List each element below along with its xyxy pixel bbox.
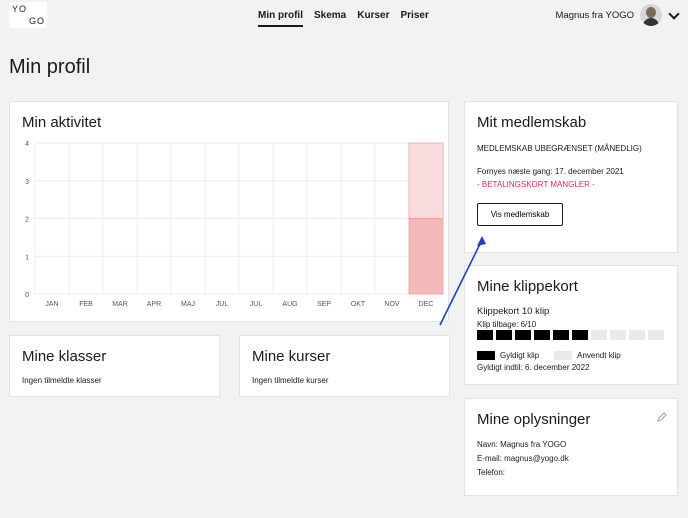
membership-title: Mit medlemskab [477, 114, 587, 131]
user-menu[interactable]: Magnus fra YOGO [556, 4, 679, 26]
user-name: Magnus fra YOGO [555, 9, 635, 21]
x-tick-label: NOV [384, 301, 400, 308]
clipcard-name: Klippekort 10 klip [477, 306, 550, 317]
nav-skema[interactable]: Skema [314, 10, 346, 27]
legend-used-label: Anvendt klip [577, 351, 621, 360]
y-tick-label: 2 [25, 217, 29, 224]
x-tick-label: JUL [216, 301, 229, 308]
clip-slot [477, 330, 493, 340]
page-title: Min profil [9, 56, 91, 78]
courses-empty-text: Ingen tilmeldte kurser [252, 376, 329, 385]
membership-renews: Fornyes næste gang: 17. december 2021 [477, 167, 624, 176]
used-clip-swatch [554, 351, 573, 360]
x-tick-label: APR [147, 301, 161, 308]
clip-slot [534, 330, 550, 340]
payment-card-warning: - BETALINGSKORT MANGLER - [477, 180, 595, 189]
clipcard-card: Mine klippekort Klippekort 10 klip Klip … [464, 265, 678, 385]
y-tick-label: 4 [25, 141, 29, 148]
courses-title: Mine kurser [252, 348, 331, 365]
nav-kurser[interactable]: Kurser [357, 10, 389, 27]
chevron-down-icon[interactable] [668, 10, 678, 20]
info-title: Mine oplysninger [477, 411, 591, 428]
logo-line-2: GO [29, 16, 46, 26]
x-tick-label: MAJ [181, 301, 195, 308]
x-tick-label: FEB [79, 301, 93, 308]
clipcard-title: Mine klippekort [477, 278, 578, 295]
x-tick-label: MAR [112, 301, 128, 308]
classes-card: Mine klasser Ingen tilmeldte klasser [9, 335, 220, 397]
classes-empty-text: Ingen tilmeldte klasser [22, 376, 102, 385]
activity-chart: 0 1 2 3 4 JAN FEB MAR APR MAJ JUL JUL AUG SEP OKT NOV DE… [25, 141, 444, 308]
legend-valid-label: Gyldigt klip [500, 351, 540, 360]
main-nav: Min profil Skema Kurser Priser [258, 10, 429, 27]
activity-card: Min aktivitet 0 1 2 3 4 JAN FEB MAR APR MAJ JUL JUL… [9, 101, 449, 322]
nav-min-profil[interactable]: Min profil [258, 10, 303, 27]
x-tick-label: OKT [351, 301, 366, 308]
nav-priser[interactable]: Priser [401, 10, 429, 27]
info-name: Navn: Magnus fra YOGO [477, 440, 567, 449]
activity-bar [408, 218, 444, 295]
x-tick-label: DEC [419, 301, 434, 308]
clipcard-valid-until: Gyldigt indtil: 6. december 2022 [477, 363, 590, 372]
info-email: E-mail: magnus@yogo.dk [477, 454, 569, 463]
x-tick-label: SEP [317, 301, 331, 308]
clip-slot [648, 330, 664, 340]
clip-slot [553, 330, 569, 340]
clip-slot [572, 330, 588, 340]
x-tick-label: JUL [250, 301, 263, 308]
clip-progress-bar [477, 330, 664, 340]
y-tick-label: 0 [25, 292, 29, 299]
info-phone: Telefon: [477, 468, 506, 477]
clipcard-remaining: Klip tilbage: 6/10 [477, 320, 537, 329]
x-tick-label: AUG [282, 301, 297, 308]
top-navigation-bar: YO GO Min profil Skema Kurser Priser Mag… [0, 0, 688, 32]
membership-plan: MEDLEMSKAB UBEGRÆNSET (MÅNEDLIG) [477, 144, 642, 153]
pencil-icon[interactable] [657, 412, 667, 422]
courses-card: Mine kurser Ingen tilmeldte kurser [239, 335, 450, 397]
clip-slot [496, 330, 512, 340]
classes-title: Mine klasser [22, 348, 107, 365]
clip-slot [610, 330, 626, 340]
x-tick-label: JAN [45, 301, 58, 308]
clip-slot [591, 330, 607, 340]
y-tick-label: 3 [25, 179, 29, 186]
planned-bar [408, 142, 444, 219]
personal-info-card: Mine oplysninger Navn: Magnus fra YOGO E… [464, 398, 678, 496]
membership-card: Mit medlemskab MEDLEMSKAB UBEGRÆNSET (MÅ… [464, 101, 678, 253]
show-membership-button[interactable]: Vis medlemskab [477, 203, 563, 226]
clip-slot [515, 330, 531, 340]
avatar[interactable] [640, 4, 662, 26]
clip-legend: Gyldigt klip Anvendt klip [477, 351, 621, 360]
clip-slot [629, 330, 645, 340]
y-tick-label: 1 [25, 254, 29, 261]
logo-line-1: YO [12, 4, 28, 14]
valid-clip-swatch [477, 351, 495, 360]
yogo-logo[interactable]: YO GO [9, 2, 47, 28]
